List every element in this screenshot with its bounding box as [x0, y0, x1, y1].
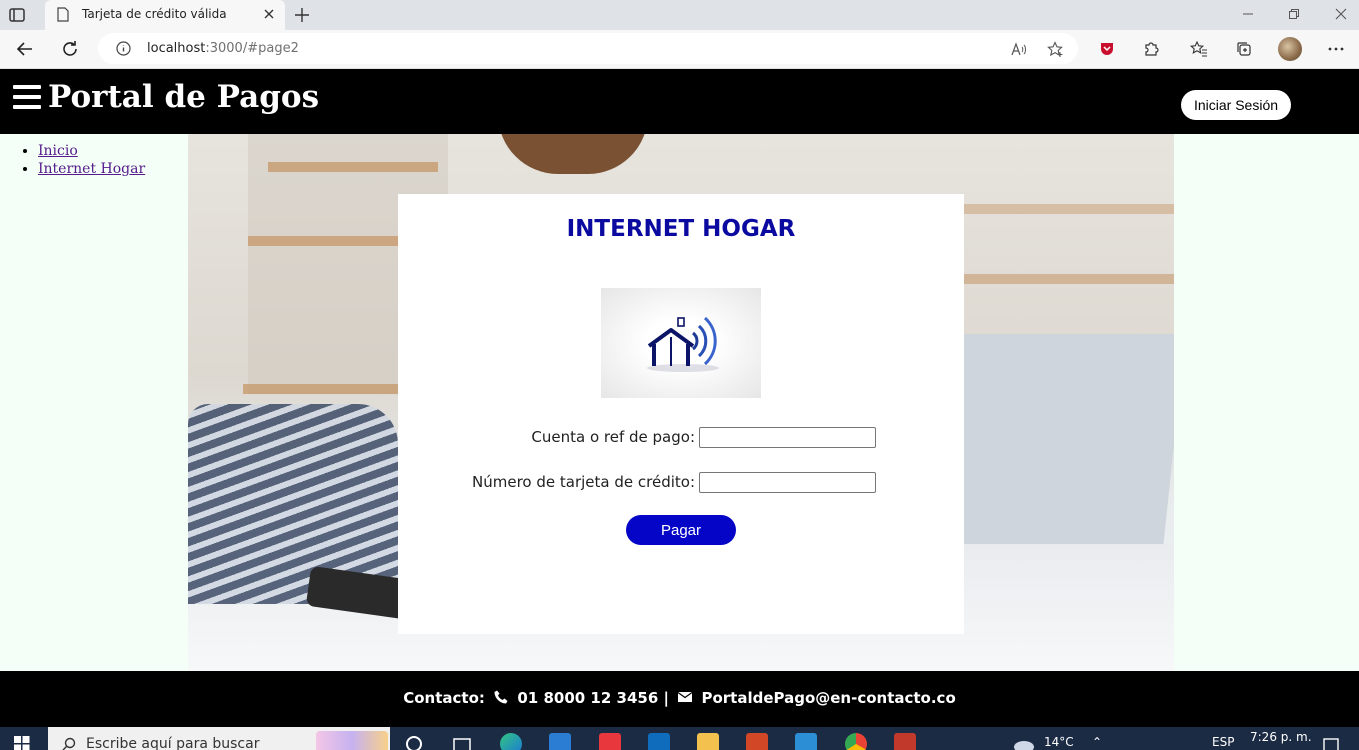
address-bar[interactable]: localhost:3000/#page2	[98, 33, 1078, 64]
right-margin	[1174, 134, 1359, 671]
read-aloud-icon[interactable]	[1010, 41, 1027, 58]
email-icon	[677, 692, 693, 702]
vscode-icon[interactable]	[795, 733, 817, 750]
contact-info: Contacto: 01 8000 12 3456 | PortaldePago…	[0, 689, 1359, 707]
sidebar-item-internet-hogar: Internet Hogar	[38, 160, 145, 178]
internet-home-logo	[601, 288, 761, 398]
store-icon[interactable]	[549, 733, 571, 750]
extension-shield-icon[interactable]	[1098, 40, 1116, 58]
site-info-icon[interactable]	[116, 41, 131, 56]
contact-separator: |	[663, 689, 669, 707]
language-indicator[interactable]: ESP	[1212, 735, 1234, 749]
profile-avatar[interactable]	[1278, 37, 1302, 61]
contact-phone[interactable]: 01 8000 12 3456	[517, 689, 658, 707]
contact-prefix: Contacto:	[403, 689, 485, 707]
nav-link-inicio[interactable]: Inicio	[38, 143, 78, 159]
site-brand[interactable]: Portal de Pagos	[48, 79, 319, 115]
add-favorite-icon[interactable]	[1047, 41, 1064, 58]
task-view-icon[interactable]	[451, 733, 473, 750]
tab-title: Tarjeta de crédito válida	[82, 7, 227, 21]
notifications-icon[interactable]	[1322, 733, 1340, 750]
card-number-input[interactable]	[699, 472, 876, 493]
os-taskbar: Escribe aquí para buscar 14°C ⌃ ESP 7:26…	[0, 727, 1359, 750]
new-tab-icon[interactable]	[292, 5, 312, 25]
menu-icon[interactable]	[13, 85, 41, 111]
home-wifi-icon	[647, 316, 719, 372]
sidebar-nav-list: Inicio Internet Hogar	[22, 142, 145, 178]
minimize-icon[interactable]	[1240, 6, 1256, 22]
site-header: Portal de Pagos Iniciar Sesión	[0, 69, 1359, 134]
restore-icon[interactable]	[1286, 6, 1302, 22]
taskbar-search-placeholder: Escribe aquí para buscar	[86, 736, 260, 750]
payment-form-card: INTERNET HOGAR Cuenta o ref de pago: Núm…	[398, 194, 964, 634]
tray-chevron-icon[interactable]: ⌃	[1092, 735, 1102, 749]
mail-icon[interactable]	[648, 733, 670, 750]
page-icon	[57, 7, 69, 22]
gift-app-icon[interactable]	[599, 733, 621, 750]
close-window-icon[interactable]	[1333, 6, 1349, 22]
sidebar: Inicio Internet Hogar	[0, 134, 188, 671]
browser-toolbar: localhost:3000/#page2	[0, 30, 1359, 69]
favorites-icon[interactable]	[1190, 40, 1208, 58]
form-title: INTERNET HOGAR	[566, 216, 796, 242]
phone-icon	[494, 690, 508, 704]
pay-button[interactable]: Pagar	[626, 515, 736, 545]
account-ref-input[interactable]	[699, 427, 876, 448]
cortana-icon[interactable]	[403, 733, 425, 750]
file-explorer-icon[interactable]	[697, 733, 719, 750]
back-icon[interactable]	[15, 39, 35, 59]
sidebar-item-inicio: Inicio	[38, 142, 145, 160]
site-footer: Contacto: 01 8000 12 3456 | PortaldePago…	[0, 671, 1359, 727]
close-tab-icon[interactable]	[262, 7, 276, 21]
browser-tabstrip: Tarjeta de crédito válida	[0, 0, 1359, 30]
tab-actions-icon[interactable]	[8, 6, 26, 24]
weather-cloud-icon[interactable]	[1012, 733, 1036, 750]
refresh-icon[interactable]	[60, 39, 80, 59]
windows-start-icon[interactable]	[14, 736, 30, 750]
chrome-icon[interactable]	[845, 733, 867, 750]
login-button[interactable]: Iniciar Sesión	[1181, 90, 1291, 120]
search-icon	[62, 737, 76, 750]
account-label: Cuenta o ref de pago:	[531, 428, 695, 446]
clock-time[interactable]: 7:26 p. m.	[1250, 730, 1312, 744]
office-icon[interactable]	[746, 733, 768, 750]
contact-email[interactable]: PortaldePago@en-contacto.co	[701, 689, 955, 707]
app-icon[interactable]	[894, 733, 916, 750]
more-menu-icon[interactable]	[1327, 40, 1345, 58]
collections-icon[interactable]	[1235, 40, 1253, 58]
card-number-label: Número de tarjeta de crédito:	[472, 473, 695, 491]
url-text: localhost:3000/#page2	[147, 41, 299, 56]
weather-temperature[interactable]: 14°C	[1044, 735, 1074, 749]
browser-tab-active[interactable]: Tarjeta de crédito válida	[45, 0, 285, 30]
taskbar-search[interactable]: Escribe aquí para buscar	[48, 727, 390, 750]
search-highlight-graphic	[316, 731, 388, 750]
nav-link-internet-hogar[interactable]: Internet Hogar	[38, 161, 145, 177]
extensions-icon[interactable]	[1142, 40, 1160, 58]
edge-icon[interactable]	[500, 733, 522, 750]
